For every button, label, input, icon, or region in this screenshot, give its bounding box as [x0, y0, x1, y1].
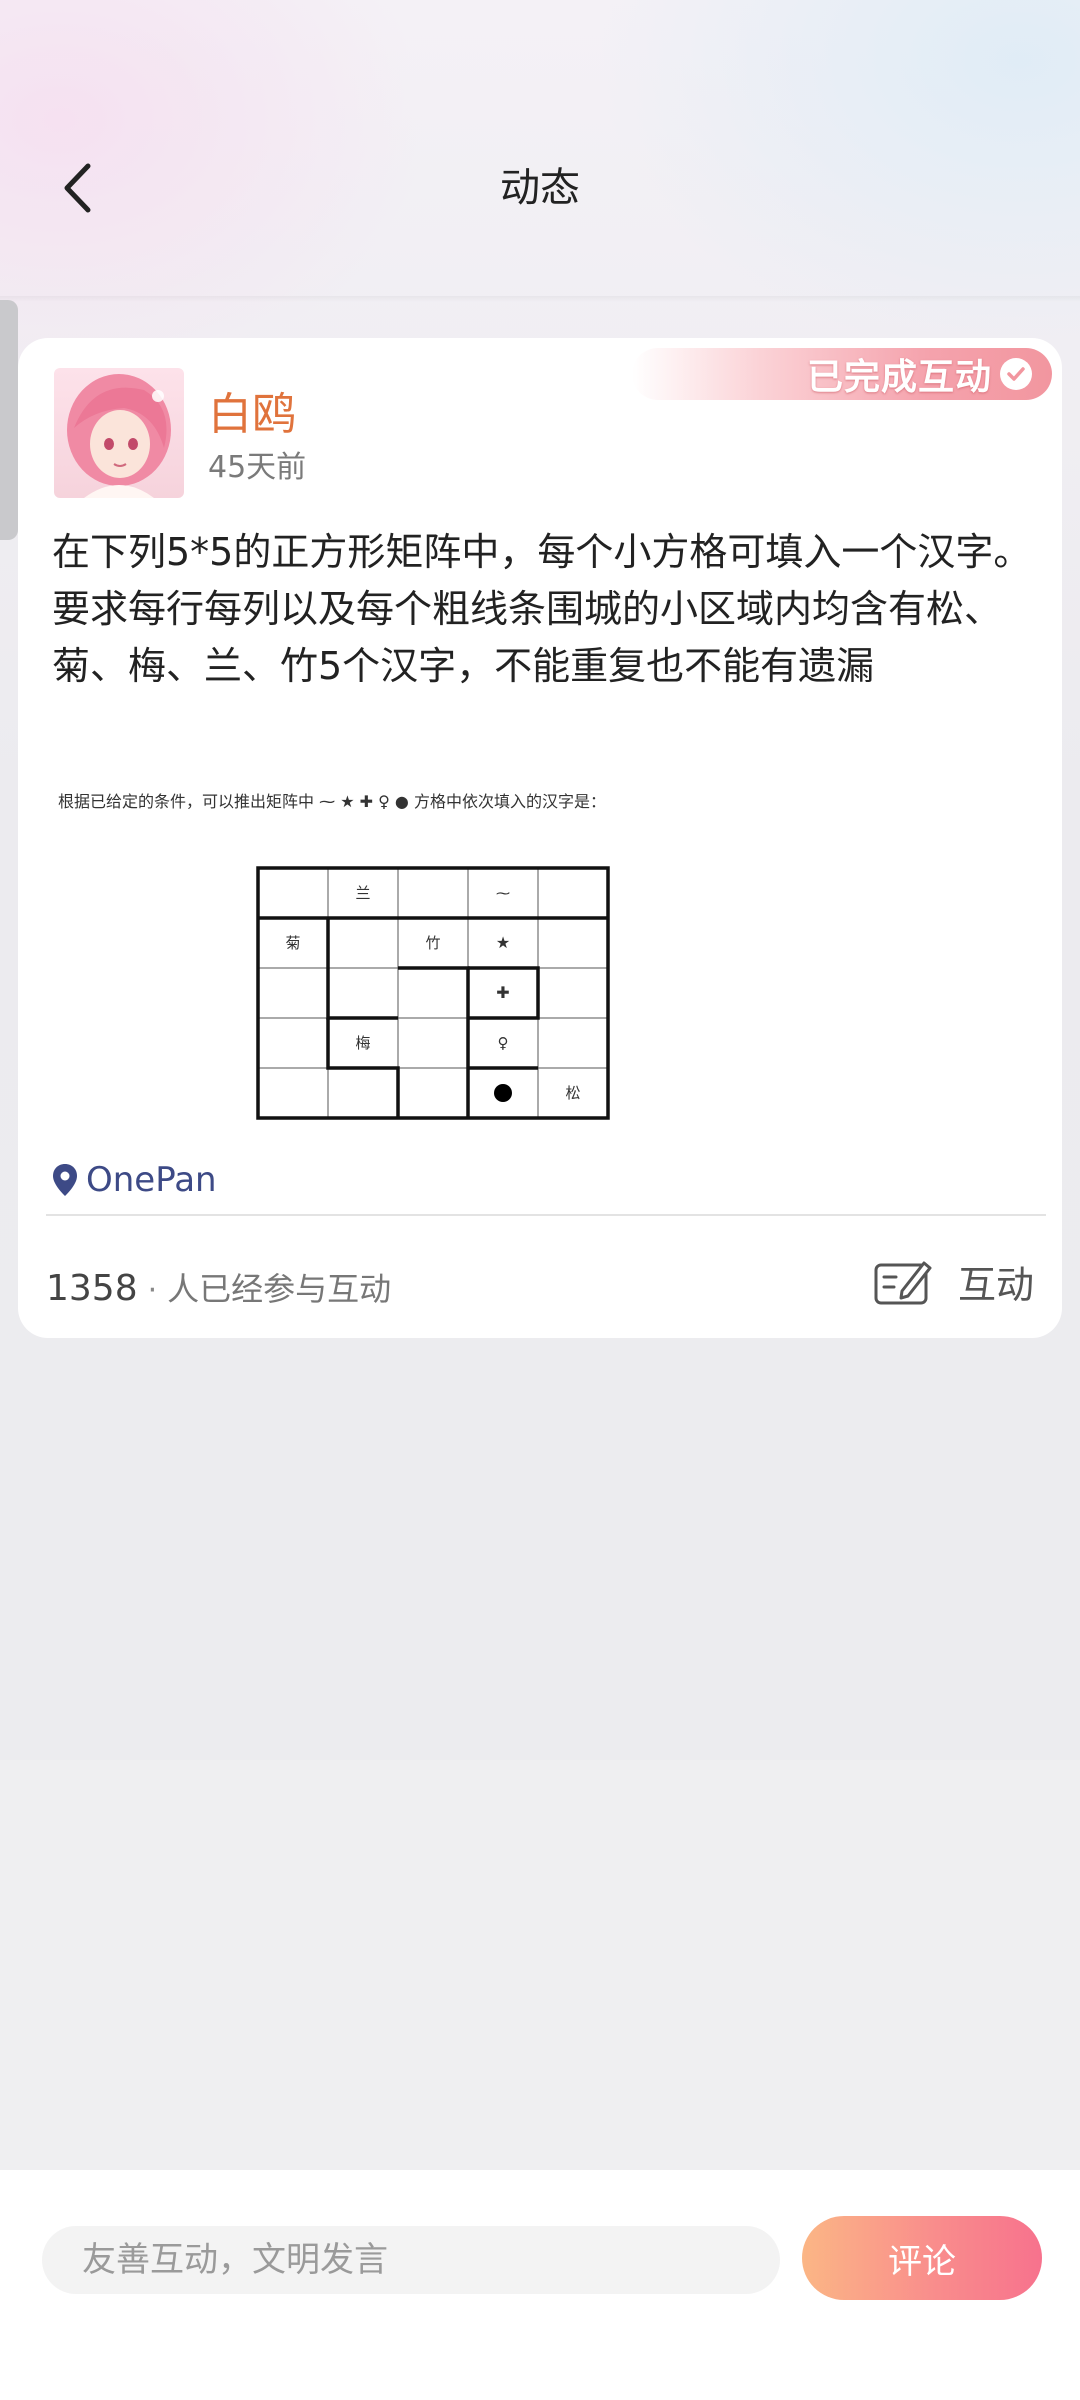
post-time: 45天前	[208, 450, 307, 485]
grid-cell-4-2: 梅	[355, 1034, 370, 1052]
comment-submit-button[interactable]: 评论	[802, 2216, 1042, 2300]
interact-label: 互动	[957, 1262, 1034, 1307]
header-divider	[0, 296, 1080, 302]
symbol-wave: ⁓	[496, 886, 510, 902]
participants-info: 1358 · 人已经参与互动	[46, 1264, 391, 1310]
divider	[46, 1214, 1046, 1216]
location-tag[interactable]: OnePan	[52, 1160, 217, 1200]
map-pin-icon	[53, 1164, 77, 1196]
symbol-cross: ✚	[496, 983, 509, 1002]
post-body: 在下列5*5的正方形矩阵中，每个小方格可填入一个汉字。要求每行每列以及每个粗线条…	[52, 530, 1032, 688]
check-circle-icon	[1000, 358, 1032, 390]
comment-bar: 评论	[0, 2170, 1080, 2400]
comment-input[interactable]	[42, 2226, 780, 2294]
badge-label: 已完成互动	[806, 356, 992, 398]
puzzle-grid: 兰 菊 竹 梅 松 ⁓ ★ ✚ ♀	[256, 866, 610, 1120]
edit-note-icon	[874, 1261, 932, 1305]
grid-cell-2-1: 菊	[285, 934, 300, 952]
completed-badge: 已完成互动	[632, 348, 1052, 400]
author-name[interactable]: 白鸥	[208, 378, 296, 442]
interact-button[interactable]: 互动	[874, 1246, 1034, 1316]
puzzle-image[interactable]: 根据已给定的条件，可以推出矩阵中 ⁓ ★ ✚ ♀ ● 方格中依次填入的汉字是：	[52, 788, 652, 1128]
grid-cell-2-3: 竹	[425, 934, 440, 952]
grid-cell-5-5: 松	[565, 1084, 580, 1102]
avatar[interactable]	[54, 368, 184, 498]
participants-count: 1358	[46, 1268, 138, 1309]
symbol-dot	[494, 1084, 512, 1102]
separator-dot: ·	[147, 1273, 158, 1308]
page-title: 动态	[500, 165, 580, 211]
grid-cell-1-2: 兰	[355, 884, 370, 902]
scrollbar-handle[interactable]	[0, 300, 18, 540]
location-label: OnePan	[86, 1160, 217, 1200]
post-card: 已完成互动 白鸥 45天前 在下列5*5的正方形矩阵中，每个小方格可填入一个汉字…	[18, 338, 1062, 1338]
header: 动态	[0, 0, 1080, 302]
symbol-figure: ♀	[498, 1034, 509, 1052]
participants-label: 人已经参与互动	[167, 1270, 392, 1308]
symbol-star: ★	[496, 933, 510, 952]
